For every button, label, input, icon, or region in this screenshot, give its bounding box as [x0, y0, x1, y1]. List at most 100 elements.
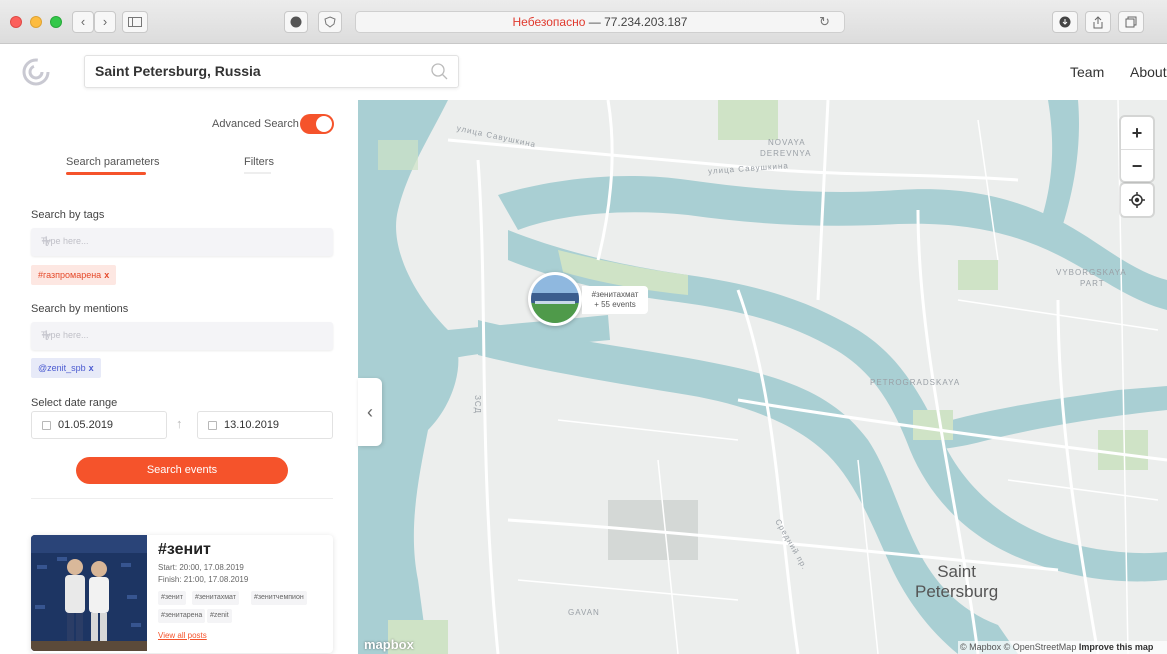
improve-map-link[interactable]: Improve this map [1079, 642, 1154, 652]
locate-icon [1129, 192, 1145, 208]
view-all-posts-link[interactable]: View all posts [158, 631, 207, 640]
sidebar-divider [31, 498, 333, 499]
map-attribution: © Mapbox © OpenStreetMap Improve this ma… [958, 641, 1167, 654]
map-district-label: NOVAYA [768, 138, 806, 147]
toggle-knob [316, 116, 332, 132]
shield-icon [324, 16, 336, 28]
event-tag[interactable]: #zenit [207, 609, 232, 623]
date-from-value: 01.05.2019 [58, 419, 114, 431]
tags-input[interactable]: Type here... + [31, 228, 333, 256]
app-header: Saint Petersburg, Russia Team About [0, 44, 1167, 100]
date-to-field[interactable]: 13.10.2019 [197, 411, 333, 439]
date-from-field[interactable]: 01.05.2019 [31, 411, 167, 439]
close-window-button[interactable] [10, 16, 22, 28]
map-district-label: PART [1080, 279, 1105, 288]
share-button[interactable] [1085, 11, 1111, 33]
add-tag-icon[interactable]: + [41, 231, 323, 252]
advanced-search-toggle[interactable] [300, 114, 334, 134]
map-road-label: ЗСД [472, 395, 482, 414]
event-photo-image [31, 535, 147, 651]
zoom-controls: + − [1121, 117, 1153, 181]
reload-icon[interactable]: ↻ [819, 12, 830, 32]
calendar-icon [42, 421, 51, 430]
location-search-value: Saint Petersburg, Russia [95, 63, 261, 79]
event-cluster-marker[interactable] [528, 272, 582, 326]
search-sidebar: Advanced Search Search parameters Filter… [0, 100, 358, 654]
zoom-out-button[interactable]: − [1121, 149, 1153, 181]
map-district-label: GAVAN [568, 608, 600, 617]
calendar-icon [208, 421, 217, 430]
event-card[interactable]: #зенит Start: 20:00, 17.08.2019 Finish: … [31, 535, 333, 653]
collapse-sidebar-button[interactable]: ‹ [358, 378, 382, 446]
mention-chip: @zenit_spb x [31, 358, 101, 378]
mention-chip-label: @zenit_spb [38, 363, 86, 373]
event-tag[interactable]: #зенитчемпион [251, 591, 307, 605]
event-photo[interactable] [31, 535, 147, 651]
maximize-window-button[interactable] [50, 16, 62, 28]
geolocate-button[interactable] [1121, 184, 1153, 216]
remove-tag-icon[interactable]: x [104, 270, 109, 280]
date-to-value: 13.10.2019 [224, 419, 280, 431]
location-search-input[interactable]: Saint Petersburg, Russia [84, 55, 459, 88]
tab-filters[interactable]: Filters [244, 156, 274, 168]
tag-chip: #газпромарена x [31, 265, 117, 285]
search-events-button[interactable]: Search events [76, 457, 288, 484]
insecure-warning: Небезопасно [512, 15, 586, 29]
share-icon [1093, 16, 1103, 29]
geolocate-control [1121, 184, 1153, 216]
map-district-label: VYBORGSKAYA [1056, 268, 1127, 277]
date-range-label: Select date range [31, 397, 118, 409]
event-tag[interactable]: #зенитарена [158, 609, 206, 623]
app-logo-icon[interactable] [22, 58, 50, 86]
tabs-overview-button[interactable] [1118, 11, 1144, 33]
chevron-right-icon: › [102, 14, 108, 29]
nav-team-link[interactable]: Team [1070, 64, 1104, 80]
cluster-label[interactable]: #зенитахмат + 55 events [582, 286, 648, 314]
add-mention-icon[interactable]: + [41, 325, 323, 346]
address-bar[interactable]: Небезопасно — 77.234.203.187 ↻ [355, 11, 845, 33]
event-tag[interactable]: #зенитахмат [192, 591, 239, 605]
nav-about-link[interactable]: About [1130, 64, 1167, 80]
chevron-left-icon: ‹ [80, 14, 86, 29]
forward-button[interactable]: › [94, 11, 116, 33]
event-tag[interactable]: #зенит [158, 591, 186, 605]
city-name-line2: Petersburg [915, 582, 999, 601]
attribution-text[interactable]: © Mapbox © OpenStreetMap [960, 642, 1076, 652]
url-separator: — [588, 15, 601, 29]
extension-button[interactable] [284, 11, 308, 33]
map-view[interactable]: улица Савушкина улица Савушкина NOVAYA D… [358, 100, 1167, 654]
privacy-button[interactable] [318, 11, 342, 33]
sidebar-icon [128, 17, 142, 27]
map-canvas [358, 100, 1167, 654]
search-icon[interactable] [430, 62, 448, 80]
mentions-input[interactable]: Type here... + [31, 322, 333, 350]
mapbox-logo[interactable]: mapbox [364, 637, 414, 652]
download-icon [1059, 16, 1071, 28]
arrow-up-icon: ↑ [176, 416, 183, 431]
advanced-search-label: Advanced Search [212, 118, 299, 130]
city-name-line1: Saint [937, 562, 976, 581]
url-host: 77.234.203.187 [604, 15, 688, 29]
browser-toolbar: ‹ › Небезопасно — 77.234.203.187 ↻ [0, 0, 1167, 44]
tabs-icon [1125, 16, 1137, 28]
map-district-label: PETROGRADSKAYA [870, 378, 961, 387]
map-city-label: Saint Petersburg [915, 562, 998, 602]
zoom-in-button[interactable]: + [1121, 117, 1153, 149]
cluster-tag: #зенитахмат [591, 290, 639, 299]
map-district-label: DEREVNYA [760, 149, 812, 158]
downloads-button[interactable] [1052, 11, 1078, 33]
tab-search-parameters[interactable]: Search parameters [66, 156, 160, 168]
event-start: Start: 20:00, 17.08.2019 [158, 563, 244, 572]
mentions-section-label: Search by mentions [31, 303, 129, 315]
remove-mention-icon[interactable]: x [89, 363, 94, 373]
back-button[interactable]: ‹ [72, 11, 94, 33]
cluster-count: + 55 events [594, 300, 636, 309]
tag-chip-label: #газпромарена [38, 270, 102, 280]
chevron-left-icon: ‹ [367, 402, 373, 422]
tags-section-label: Search by tags [31, 209, 105, 221]
event-title[interactable]: #зенит [158, 541, 211, 559]
sidebar-toggle-button[interactable] [122, 11, 148, 33]
inactive-tab-indicator [244, 172, 271, 174]
minimize-window-button[interactable] [30, 16, 42, 28]
active-tab-indicator [66, 172, 146, 175]
